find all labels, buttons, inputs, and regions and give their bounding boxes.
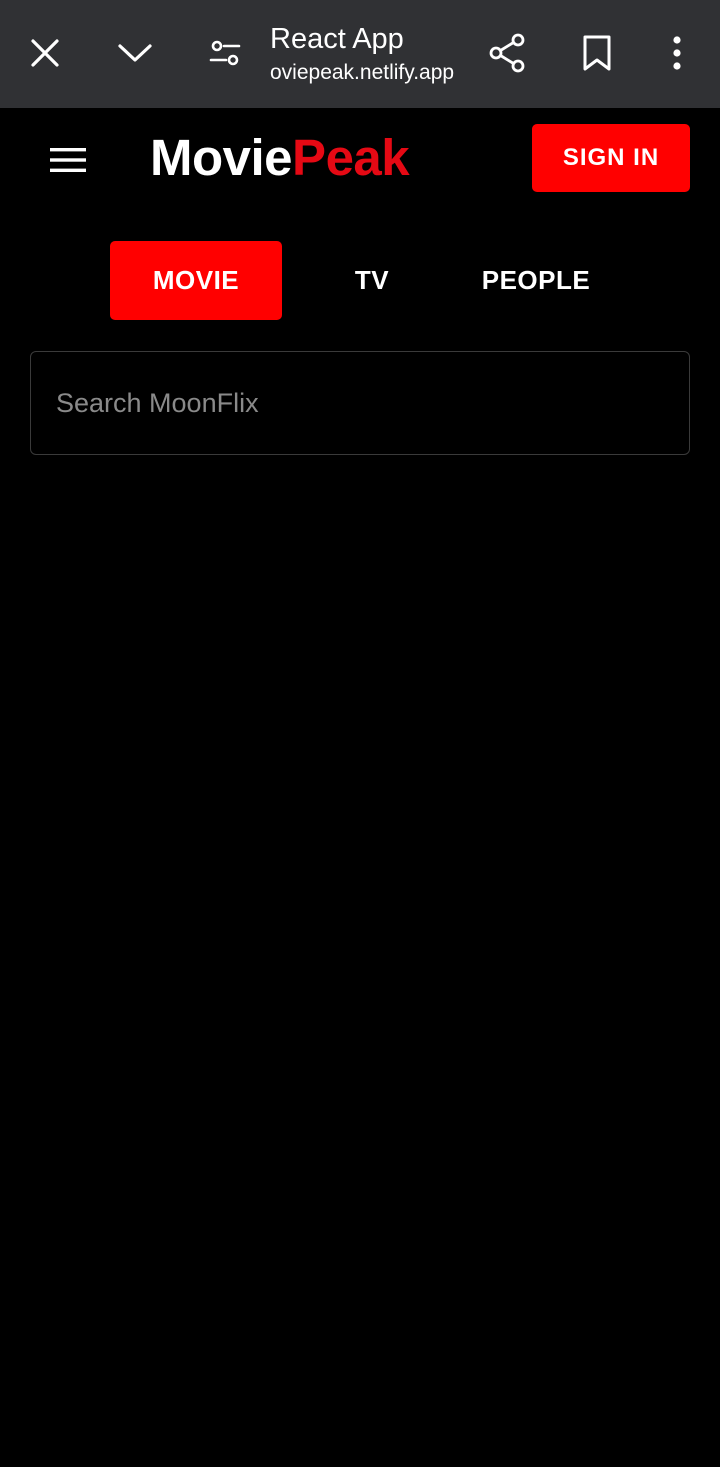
search-input[interactable] xyxy=(56,352,656,454)
page-title: React App xyxy=(270,23,404,55)
tab-movie[interactable]: MOVIE xyxy=(110,241,282,320)
menu-icon xyxy=(50,148,86,172)
bookmark-icon xyxy=(583,35,611,71)
logo[interactable]: MoviePeak xyxy=(150,126,410,190)
share-button[interactable] xyxy=(482,28,532,78)
browser-toolbar: React App oviepeak.netlify.app xyxy=(0,0,720,108)
close-button[interactable] xyxy=(20,28,70,78)
page-info[interactable]: React App oviepeak.netlify.app xyxy=(270,20,470,88)
share-icon xyxy=(489,33,525,73)
site-settings-button[interactable] xyxy=(200,28,250,78)
close-icon xyxy=(31,39,59,67)
minimize-button[interactable] xyxy=(110,28,160,78)
hamburger-menu-button[interactable] xyxy=(44,136,92,184)
sign-in-button[interactable]: SIGN IN xyxy=(532,124,690,192)
page-url: oviepeak.netlify.app xyxy=(270,61,455,84)
tune-icon xyxy=(209,40,241,66)
more-options-button[interactable] xyxy=(652,28,702,78)
bookmark-button[interactable] xyxy=(572,28,622,78)
logo-text-movie: Movie xyxy=(150,129,293,186)
tab-tv[interactable]: TV xyxy=(310,241,434,320)
app-header: MoviePeak SIGN IN xyxy=(0,108,720,218)
tab-people[interactable]: PEOPLE xyxy=(462,241,610,320)
category-tabs: MOVIE TV PEOPLE xyxy=(0,241,720,320)
more-vert-icon xyxy=(673,36,681,70)
search-box xyxy=(30,351,690,455)
logo-text-peak: Peak xyxy=(292,129,410,186)
chevron-down-icon xyxy=(118,44,152,62)
